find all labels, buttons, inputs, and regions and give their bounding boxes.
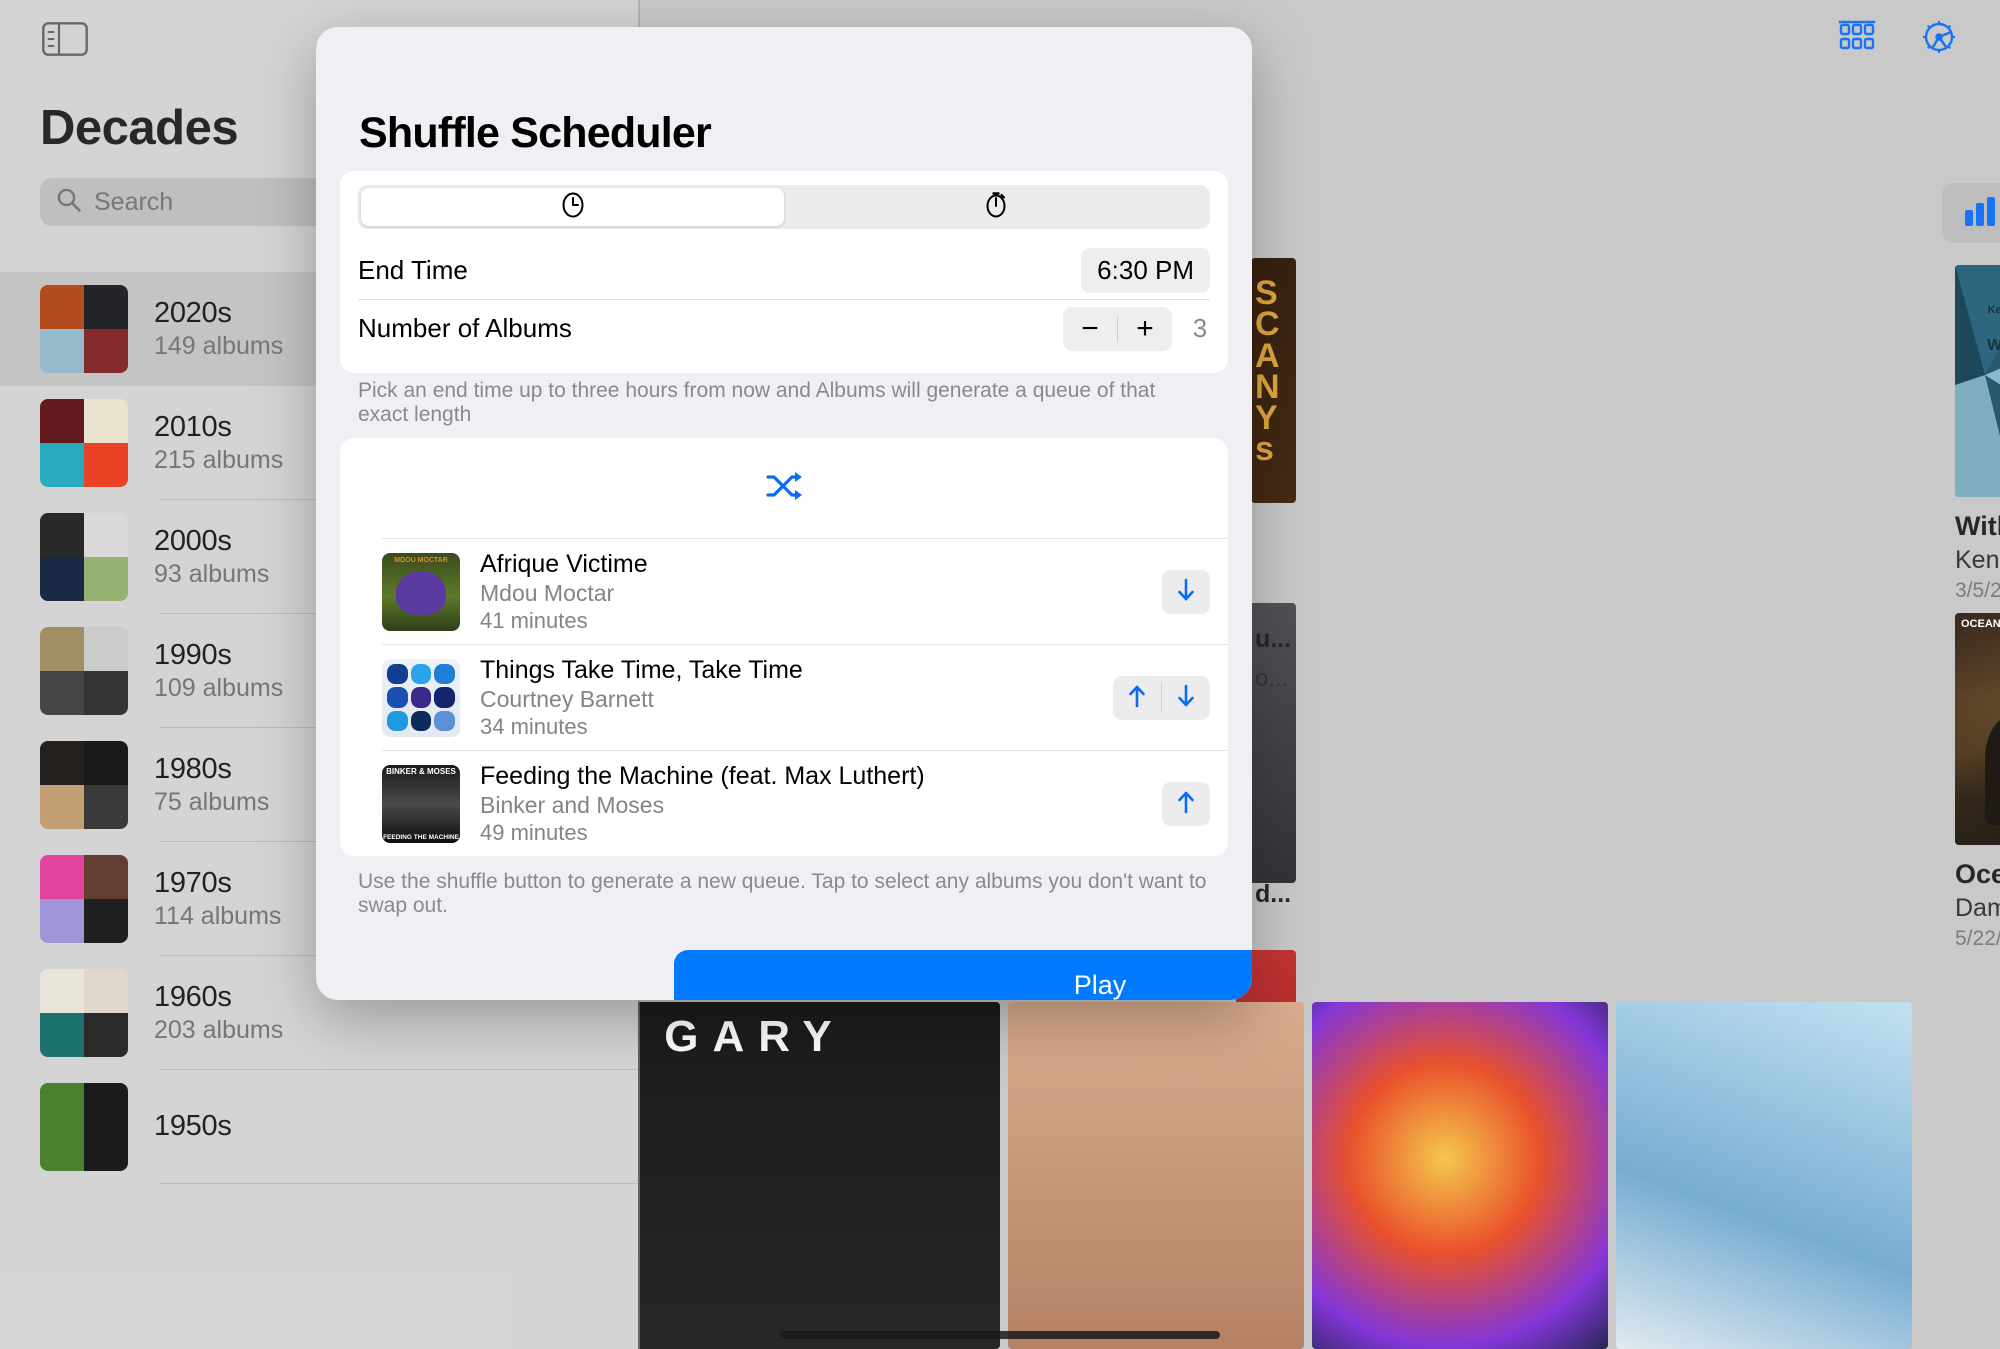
- number-of-albums-label: Number of Albums: [358, 313, 572, 343]
- segment-clock[interactable]: [361, 188, 784, 226]
- queue-album-title: Things Take Time, Take Time: [480, 655, 803, 684]
- number-of-albums-row: Number of Albums − + 3: [358, 299, 1210, 357]
- mode-segmented-control: [358, 185, 1210, 229]
- shuffle-scheduler-sheet: Shuffle Scheduler End Time 6:30 PM Numbe…: [316, 27, 1252, 1000]
- queue-album-art: BINKER & MOSES FEEDING THE MACHINE: [382, 764, 460, 843]
- end-time-label: End Time: [358, 254, 468, 285]
- album-count-value: 3: [1192, 313, 1208, 343]
- queue-row[interactable]: Things Take Time, Take Time Courtney Barn…: [382, 644, 1228, 750]
- move-down-button[interactable]: [1162, 676, 1210, 720]
- queue-row-actions: [1113, 675, 1210, 720]
- settings-hint: Pick an end time up to three hours from …: [358, 379, 1156, 426]
- shuffle-icon: [765, 470, 803, 507]
- queue-album-art: MDOU MOCTAR: [382, 552, 460, 631]
- home-indicator: [780, 1331, 1220, 1339]
- end-time-row[interactable]: End Time 6:30 PM: [358, 241, 1210, 299]
- queue-album-title: Feeding the Machine (feat. Max Luthert): [480, 761, 925, 790]
- timer-icon: [981, 190, 1011, 225]
- shuffle-button[interactable]: [340, 438, 1228, 538]
- end-time-value[interactable]: 6:30 PM: [1081, 247, 1210, 293]
- move-up-button[interactable]: [1113, 676, 1161, 720]
- queue-hint: Use the shuffle button to generate a new…: [358, 870, 1207, 917]
- queue-album-duration: 34 minutes: [480, 713, 588, 739]
- sheet-title: Shuffle Scheduler: [359, 109, 712, 157]
- queue-row[interactable]: BINKER & MOSES FEEDING THE MACHINE Feeding…: [382, 750, 1228, 856]
- move-up-button[interactable]: [1162, 782, 1210, 826]
- move-down-button[interactable]: [1162, 570, 1210, 614]
- queue-album-duration: 41 minutes: [480, 607, 588, 633]
- queue-album-artist: Mdou Moctar: [480, 579, 615, 606]
- queue-row-actions: [1162, 569, 1210, 614]
- increment-button[interactable]: +: [1118, 307, 1172, 351]
- arrow-up-icon: [1175, 789, 1197, 818]
- decrement-button[interactable]: −: [1063, 307, 1117, 351]
- queue-album-artist: Binker and Moses: [480, 791, 665, 818]
- arrow-up-icon: [1126, 683, 1148, 712]
- clock-icon: [558, 190, 588, 225]
- quantity-stepper: − +: [1063, 306, 1172, 351]
- queue-row-actions: [1162, 781, 1210, 826]
- arrow-down-icon: [1175, 577, 1197, 606]
- queue-album-art: [382, 658, 460, 737]
- queue-album-title: Afrique Victime: [480, 549, 648, 578]
- segment-timer[interactable]: [784, 188, 1207, 226]
- queue-row[interactable]: MDOU MOCTAR Afrique Victime Mdou Moctar 41 …: [382, 538, 1228, 644]
- play-button[interactable]: Play: [674, 950, 1252, 1000]
- settings-group: End Time 6:30 PM Number of Albums − + 3: [340, 171, 1228, 373]
- queue-album-duration: 49 minutes: [480, 819, 588, 845]
- arrow-down-icon: [1175, 683, 1197, 712]
- queue-album-artist: Courtney Barnett: [480, 685, 654, 712]
- queue-group: MDOU MOCTAR Afrique Victime Mdou Moctar 41 …: [340, 438, 1228, 856]
